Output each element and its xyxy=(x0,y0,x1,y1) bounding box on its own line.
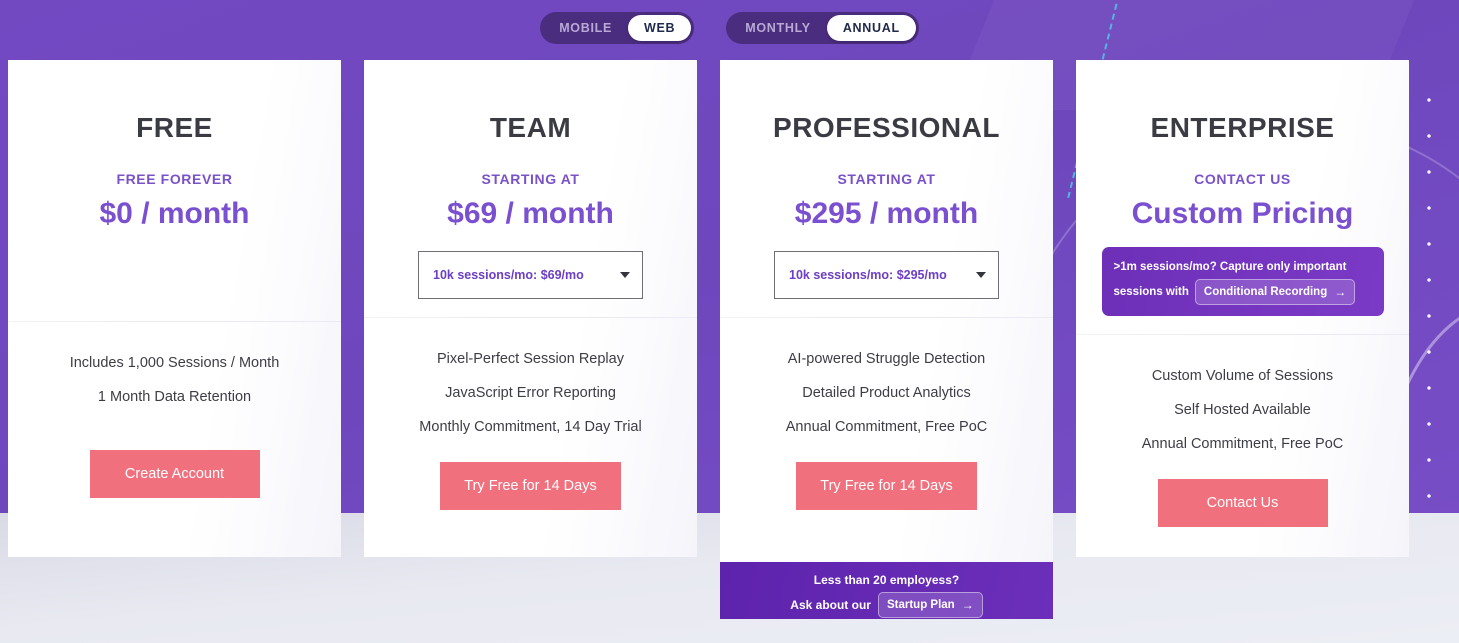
pricing-card-free: FREE FREE FOREVER $0 / month Includes 1,… xyxy=(8,60,341,557)
startup-banner-prefix: Ask about our xyxy=(790,598,871,612)
plan-price: $69 / month xyxy=(447,197,614,230)
create-account-button[interactable]: Create Account xyxy=(89,450,260,498)
conditional-recording-badge: >1m sessions/mo? Capture only important … xyxy=(1101,247,1384,316)
card-header: ENTERPRISE CONTACT US Custom Pricing >1m… xyxy=(1076,60,1409,316)
platform-toggle[interactable]: MOBILE WEB xyxy=(540,12,695,44)
feature-item: Annual Commitment, Free PoC xyxy=(1141,436,1344,452)
startup-plan-button[interactable]: Startup Plan → xyxy=(877,592,983,618)
pricing-page: MOBILE WEB MONTHLY ANNUAL FREE FREE FORE… xyxy=(0,0,1459,643)
platform-toggle-option-mobile[interactable]: MOBILE xyxy=(543,15,628,41)
card-header: FREE FREE FOREVER $0 / month xyxy=(8,60,341,303)
decorative-dot-grid xyxy=(1404,78,1459,503)
plan-price: Custom Pricing xyxy=(1131,197,1354,230)
plan-price: $0 / month xyxy=(99,197,250,230)
feature-item: Custom Volume of Sessions xyxy=(1151,368,1334,384)
plan-title: FREE xyxy=(136,112,213,143)
session-volume-select[interactable]: 10k sessions/mo: $69/mo xyxy=(418,251,643,299)
plan-title: ENTERPRISE xyxy=(1150,112,1335,143)
billing-toggle[interactable]: MONTHLY ANNUAL xyxy=(726,12,919,44)
arrow-right-icon: → xyxy=(1334,285,1347,299)
conditional-recording-button-label: Conditional Recording xyxy=(1203,286,1328,298)
startup-banner-line1: Less than 20 employess? xyxy=(813,573,960,587)
chevron-down-icon xyxy=(620,272,630,278)
feature-item: Monthly Commitment, 14 Day Trial xyxy=(419,419,642,435)
card-header: PROFESSIONAL STARTING AT $295 / month 10… xyxy=(720,60,1053,299)
card-header: TEAM STARTING AT $69 / month 10k session… xyxy=(364,60,697,299)
badge-line1: >1m sessions/mo? Capture only important xyxy=(1113,261,1347,273)
try-free-button[interactable]: Try Free for 14 Days xyxy=(440,462,621,510)
toggle-group: MOBILE WEB MONTHLY ANNUAL xyxy=(0,12,1459,44)
plan-title: PROFESSIONAL xyxy=(773,112,1000,143)
plan-subtitle: STARTING AT xyxy=(481,171,580,187)
feature-item: Annual Commitment, Free PoC xyxy=(785,419,988,435)
feature-item: Self Hosted Available xyxy=(1174,402,1311,418)
cta-container: Contact Us xyxy=(1076,479,1409,527)
feature-item: AI-powered Struggle Detection xyxy=(787,351,986,367)
startup-plan-button-label: Startup Plan xyxy=(886,599,955,611)
try-free-button[interactable]: Try Free for 14 Days xyxy=(796,462,977,510)
plan-price: $295 / month xyxy=(794,197,979,230)
session-volume-select[interactable]: 10k sessions/mo: $295/mo xyxy=(774,251,999,299)
cta-container: Try Free for 14 Days xyxy=(720,462,1053,510)
plan-subtitle: FREE FOREVER xyxy=(116,171,233,187)
session-volume-select-value: 10k sessions/mo: $295/mo xyxy=(789,268,947,282)
badge-line2: sessions with Conditional Recording → xyxy=(1114,279,1372,305)
feature-item: JavaScript Error Reporting xyxy=(445,385,616,401)
feature-item: Detailed Product Analytics xyxy=(802,385,971,401)
feature-item: 1 Month Data Retention xyxy=(97,389,252,405)
cta-container: Try Free for 14 Days xyxy=(364,462,697,510)
feature-list: Custom Volume of Sessions Self Hosted Av… xyxy=(1076,335,1409,557)
chevron-down-icon xyxy=(976,272,986,278)
platform-toggle-option-web[interactable]: WEB xyxy=(628,15,692,41)
feature-item: Includes 1,000 Sessions / Month xyxy=(69,355,280,371)
cta-container: Create Account xyxy=(8,450,341,498)
plan-subtitle: CONTACT US xyxy=(1194,171,1291,187)
badge-prefix: sessions with xyxy=(1113,286,1189,298)
startup-plan-banner: Less than 20 employess? Ask about our St… xyxy=(720,562,1053,619)
plan-subtitle: STARTING AT xyxy=(837,171,936,187)
arrow-right-icon: → xyxy=(961,598,974,612)
pricing-card-team: TEAM STARTING AT $69 / month 10k session… xyxy=(364,60,697,557)
billing-toggle-option-annual[interactable]: ANNUAL xyxy=(826,15,916,41)
billing-toggle-option-monthly[interactable]: MONTHLY xyxy=(729,15,827,41)
feature-list: AI-powered Struggle Detection Detailed P… xyxy=(720,318,1053,562)
feature-list: Includes 1,000 Sessions / Month 1 Month … xyxy=(8,322,341,557)
conditional-recording-button[interactable]: Conditional Recording → xyxy=(1194,279,1356,305)
pricing-card-enterprise: ENTERPRISE CONTACT US Custom Pricing >1m… xyxy=(1076,60,1409,557)
contact-us-button[interactable]: Contact Us xyxy=(1157,479,1328,527)
pricing-card-professional: PROFESSIONAL STARTING AT $295 / month 10… xyxy=(720,60,1053,619)
pricing-cards: FREE FREE FOREVER $0 / month Includes 1,… xyxy=(8,60,1410,619)
feature-list: Pixel-Perfect Session Replay JavaScript … xyxy=(364,318,697,557)
startup-banner-line2: Ask about our Startup Plan → xyxy=(720,592,1053,618)
session-volume-select-value: 10k sessions/mo: $69/mo xyxy=(433,268,584,282)
feature-item: Pixel-Perfect Session Replay xyxy=(437,351,624,367)
plan-title: TEAM xyxy=(489,112,572,143)
